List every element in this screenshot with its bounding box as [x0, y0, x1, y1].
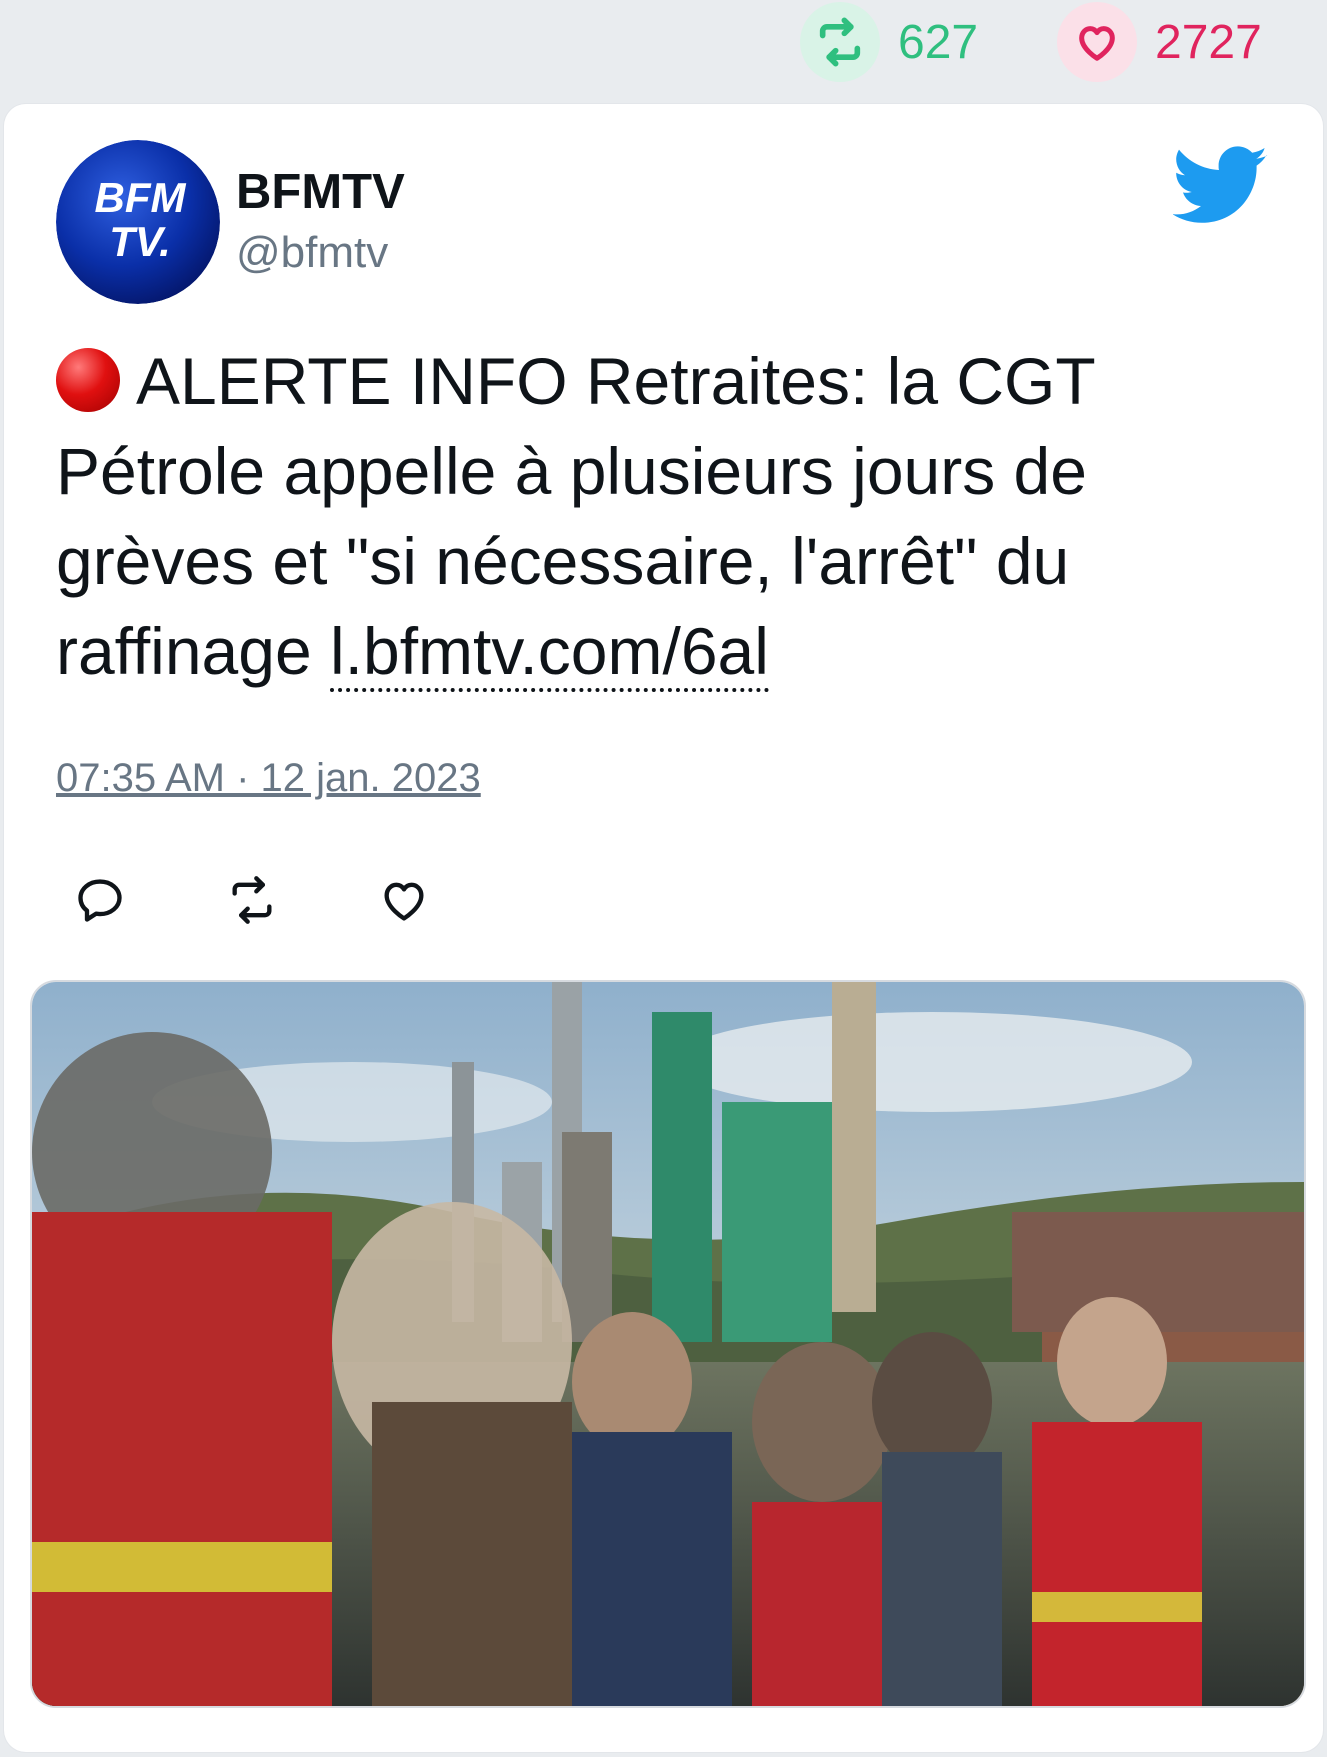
- tweet-timestamp[interactable]: 07:35 AM · 12 jan. 2023: [56, 756, 481, 801]
- avatar-logo-line1: BFM: [95, 174, 187, 221]
- like-action-icon[interactable]: [378, 874, 430, 926]
- tweet-text: ALERTE INFO Retraites: la CGT Pétrole ap…: [56, 336, 1206, 696]
- retweet-icon: [800, 2, 880, 82]
- engagement-bar: 627 2727: [0, 0, 1327, 88]
- tweet-link[interactable]: l.bfmtv.com/6al: [330, 614, 769, 692]
- action-bar: [74, 874, 430, 926]
- heart-icon: [1057, 2, 1137, 82]
- like-count: 2727: [1155, 15, 1262, 69]
- retweet-count: 627: [898, 15, 979, 69]
- avatar-logo-line2: TV.: [109, 218, 170, 265]
- retweet-stat[interactable]: 627: [800, 2, 978, 82]
- twitter-bird-icon[interactable]: [1172, 146, 1269, 226]
- author-handle[interactable]: @bfmtv: [236, 228, 388, 278]
- red-circle-icon: [56, 348, 120, 412]
- tweet-card: BFM TV. BFMTV @bfmtv ALERTE INFO Retrait…: [4, 104, 1323, 1752]
- author-name[interactable]: BFMTV: [236, 164, 405, 220]
- reply-icon[interactable]: [74, 874, 126, 926]
- avatar[interactable]: BFM TV.: [56, 140, 220, 304]
- like-stat[interactable]: 2727: [1057, 2, 1262, 82]
- tweet-media-photo[interactable]: [30, 980, 1306, 1708]
- retweet-action-icon[interactable]: [226, 874, 278, 926]
